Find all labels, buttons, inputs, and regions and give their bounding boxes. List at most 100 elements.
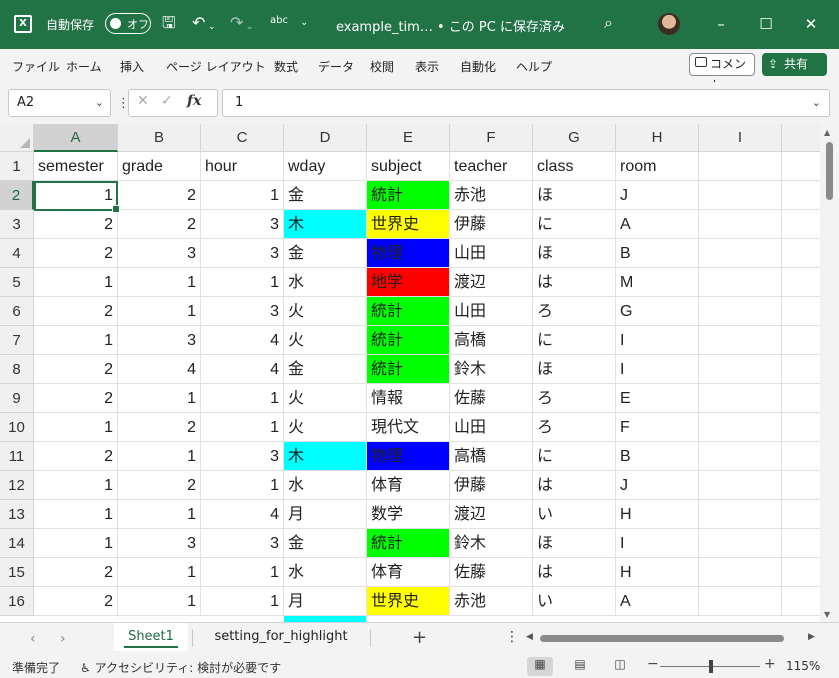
cell-i6[interactable] bbox=[699, 297, 782, 326]
cell-c11[interactable]: 3 bbox=[201, 442, 284, 471]
row-header-13[interactable]: 13 bbox=[0, 500, 34, 529]
cell-a14[interactable]: 1 bbox=[34, 529, 118, 558]
menu-view[interactable]: 表示 bbox=[415, 58, 439, 75]
cell-c6[interactable]: 3 bbox=[201, 297, 284, 326]
menu-automate[interactable]: 自動化 bbox=[460, 58, 496, 75]
cell-f11[interactable]: 高橋 bbox=[450, 442, 533, 471]
cell-h9[interactable]: E bbox=[616, 384, 699, 413]
cell-e15[interactable]: 体育 bbox=[367, 558, 450, 587]
cell-h1[interactable]: room bbox=[616, 152, 699, 181]
menu-home[interactable]: ホーム bbox=[66, 58, 102, 75]
enter-icon[interactable]: ✓ bbox=[161, 93, 173, 109]
cell-f7[interactable]: 高橋 bbox=[450, 326, 533, 355]
vertical-scrollbar[interactable]: ▲ ▼ bbox=[820, 124, 839, 622]
cell-e16[interactable]: 世界史 bbox=[367, 587, 450, 616]
cell-d9[interactable]: 火 bbox=[284, 384, 367, 413]
cell-partial[interactable] bbox=[782, 326, 820, 355]
cell-partial[interactable] bbox=[782, 355, 820, 384]
column-header-b[interactable]: B bbox=[118, 124, 201, 152]
comment-button[interactable]: コメント bbox=[689, 53, 755, 92]
cell-g4[interactable]: ほ bbox=[533, 239, 616, 268]
cell-partial[interactable] bbox=[782, 210, 820, 239]
cell-i12[interactable] bbox=[699, 471, 782, 500]
cell-f6[interactable]: 山田 bbox=[450, 297, 533, 326]
minimize-icon[interactable]: – bbox=[706, 10, 736, 38]
menu-data[interactable]: データ bbox=[318, 58, 354, 75]
cell-d13[interactable]: 月 bbox=[284, 500, 367, 529]
customize-toolbar-icon[interactable]: ⌄ bbox=[300, 13, 308, 33]
cell-i13[interactable] bbox=[699, 500, 782, 529]
cell-a6[interactable]: 2 bbox=[34, 297, 118, 326]
cell-f12[interactable]: 伊藤 bbox=[450, 471, 533, 500]
cell-e7[interactable]: 統計 bbox=[367, 326, 450, 355]
horizontal-scrollbar[interactable]: ◀ ▶ bbox=[524, 631, 824, 645]
cell-i2[interactable] bbox=[699, 181, 782, 210]
cell-g15[interactable]: は bbox=[533, 558, 616, 587]
cell-e12[interactable]: 体育 bbox=[367, 471, 450, 500]
cell-c14[interactable]: 3 bbox=[201, 529, 284, 558]
cell-b15[interactable]: 1 bbox=[118, 558, 201, 587]
cell-i5[interactable] bbox=[699, 268, 782, 297]
cell-a13[interactable]: 1 bbox=[34, 500, 118, 529]
cell-a11[interactable]: 2 bbox=[34, 442, 118, 471]
cell-c7[interactable]: 4 bbox=[201, 326, 284, 355]
share-button[interactable]: ⇪ 共有 bbox=[762, 53, 827, 76]
cell-a15[interactable]: 2 bbox=[34, 558, 118, 587]
cell-f2[interactable]: 赤池 bbox=[450, 181, 533, 210]
sheet-tab-sheet1[interactable]: Sheet1 bbox=[114, 623, 188, 651]
cell-a3[interactable]: 2 bbox=[34, 210, 118, 239]
column-header-h[interactable]: H bbox=[616, 124, 699, 152]
cell-b2[interactable]: 2 bbox=[118, 181, 201, 210]
cell-partial[interactable] bbox=[782, 587, 820, 616]
document-title[interactable]: example_tim… • この PC に保存済み bbox=[336, 16, 565, 35]
maximize-icon[interactable]: ☐ bbox=[751, 10, 781, 38]
cell-b9[interactable]: 1 bbox=[118, 384, 201, 413]
cell-g5[interactable]: は bbox=[533, 268, 616, 297]
cell-d12[interactable]: 水 bbox=[284, 471, 367, 500]
cell-partial[interactable] bbox=[782, 268, 820, 297]
add-sheet-icon[interactable]: + bbox=[412, 627, 427, 648]
cell-e1[interactable]: subject bbox=[367, 152, 450, 181]
cell-partial[interactable] bbox=[782, 152, 820, 181]
column-header-d[interactable]: D bbox=[284, 124, 367, 152]
cell-b16[interactable]: 1 bbox=[118, 587, 201, 616]
prev-sheet-icon[interactable]: ‹ bbox=[30, 631, 36, 647]
cell-c3[interactable]: 3 bbox=[201, 210, 284, 239]
cell-f9[interactable]: 佐藤 bbox=[450, 384, 533, 413]
menu-page-layout[interactable]: ページ レイアウト bbox=[166, 58, 266, 75]
sheet-tab-setting-for-highlight[interactable]: setting_for_highlight bbox=[196, 623, 366, 651]
cell-h14[interactable]: I bbox=[616, 529, 699, 558]
save-icon[interactable]: 🖫 bbox=[162, 13, 176, 33]
cell-a1[interactable]: semester bbox=[34, 152, 118, 181]
cell-e10[interactable]: 現代文 bbox=[367, 413, 450, 442]
cell-partial[interactable] bbox=[782, 239, 820, 268]
cell-c5[interactable]: 1 bbox=[201, 268, 284, 297]
cell-b13[interactable]: 1 bbox=[118, 500, 201, 529]
cell-c15[interactable]: 1 bbox=[201, 558, 284, 587]
menu-review[interactable]: 校閲 bbox=[370, 58, 394, 75]
row-header-12[interactable]: 12 bbox=[0, 471, 34, 500]
cell-h6[interactable]: G bbox=[616, 297, 699, 326]
accessibility-status[interactable]: ♿ アクセシビリティ: 検討が必要です bbox=[80, 659, 281, 676]
cell-i14[interactable] bbox=[699, 529, 782, 558]
row-header-1[interactable]: 1 bbox=[0, 152, 34, 181]
cell-c16[interactable]: 1 bbox=[201, 587, 284, 616]
cell-h15[interactable]: H bbox=[616, 558, 699, 587]
cell-partial[interactable] bbox=[782, 384, 820, 413]
cell-g9[interactable]: ろ bbox=[533, 384, 616, 413]
cell-partial[interactable] bbox=[782, 471, 820, 500]
undo-dropdown-icon[interactable]: ⌄ bbox=[208, 17, 216, 37]
row-header-5[interactable]: 5 bbox=[0, 268, 34, 297]
close-icon[interactable]: ✕ bbox=[796, 10, 826, 38]
zoom-level[interactable]: 115% bbox=[786, 659, 820, 673]
row-header-6[interactable]: 6 bbox=[0, 297, 34, 326]
cell-e8[interactable]: 統計 bbox=[367, 355, 450, 384]
column-header-e[interactable]: E bbox=[367, 124, 450, 152]
cell-f14[interactable]: 鈴木 bbox=[450, 529, 533, 558]
cell-e3[interactable]: 世界史 bbox=[367, 210, 450, 239]
normal-view-icon[interactable]: ▦ bbox=[527, 657, 553, 676]
cell-e5[interactable]: 地学 bbox=[367, 268, 450, 297]
cell-b10[interactable]: 2 bbox=[118, 413, 201, 442]
cell-b4[interactable]: 3 bbox=[118, 239, 201, 268]
zoom-slider-handle[interactable] bbox=[709, 660, 713, 673]
